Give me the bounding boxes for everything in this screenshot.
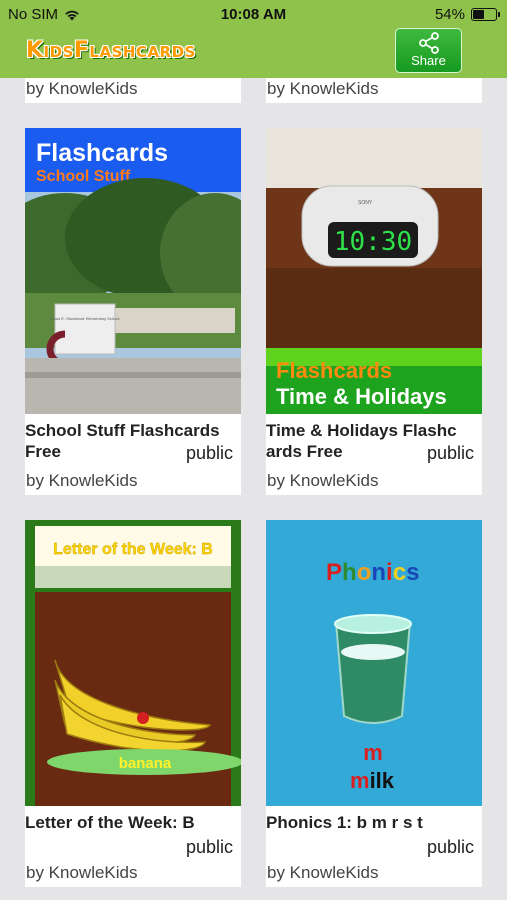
battery-icon xyxy=(471,8,500,21)
thumb-subheading: Time & Holidays xyxy=(276,384,447,409)
thumb-heading: Flashcards xyxy=(276,358,392,383)
thumb-clock-time: 10:30 xyxy=(334,227,412,257)
deck-grid: by KnowleKids by KnowleKids Flashcards S… xyxy=(0,78,507,900)
thumb-sign-text: Louis E. Stocklmeir Elementary School xyxy=(51,316,120,321)
deck-visibility: public xyxy=(426,837,474,857)
deck-author: by KnowleKids xyxy=(26,79,138,98)
deck-author: by KnowleKids xyxy=(26,863,138,882)
deck-title: Phonics 1: b m r s t xyxy=(266,812,482,833)
deck-card-top-left[interactable]: by KnowleKids xyxy=(25,78,241,103)
deck-author: by KnowleKids xyxy=(26,471,138,490)
deck-title: Letter of the Week: B xyxy=(25,812,241,833)
thumb-clock-brand: SONY xyxy=(358,200,373,206)
thumb-word: milk xyxy=(350,768,395,793)
status-bar: No SIM 10:08 AM 54% xyxy=(0,0,507,28)
deck-visibility: public xyxy=(185,837,233,857)
thumb-heading: Letter of the Week: B xyxy=(53,541,213,558)
deck-thumbnail: 10:30 SONY Flashcards Time & Holidays xyxy=(266,128,482,414)
deck-title-line: Phonics 1: b m r s t xyxy=(266,813,423,832)
deck-thumbnail: Phonics m milk xyxy=(266,520,482,806)
deck-author: by KnowleKids xyxy=(267,863,379,882)
thumb-word: banana xyxy=(119,755,172,772)
share-icon xyxy=(418,32,439,54)
deck-card-phonics[interactable]: Phonics m milk Phonics 1: b m r s t publ… xyxy=(266,520,482,887)
deck-card-time-holidays[interactable]: 10:30 SONY Flashcards Time & Holidays Ti… xyxy=(266,128,482,495)
status-right: 54% xyxy=(434,6,500,23)
share-button[interactable]: Share xyxy=(395,28,462,73)
deck-title-line: Letter of the Week: B xyxy=(25,813,195,832)
deck-card-school-stuff[interactable]: Flashcards School Stuff Louis E. Stocklm… xyxy=(25,128,241,495)
deck-card-top-right[interactable]: by KnowleKids xyxy=(266,78,482,103)
deck-title-line: School Stuff Flashcards xyxy=(25,421,220,440)
share-label: Share xyxy=(411,53,446,68)
battery-fill xyxy=(473,10,484,19)
thumb-letter: m xyxy=(363,740,383,765)
thumb-heading: Flashcards xyxy=(36,139,168,167)
deck-title-line: Time & Holidays Flashc xyxy=(266,421,457,440)
deck-author: by KnowleKids xyxy=(267,471,379,490)
deck-visibility: public xyxy=(185,443,233,463)
app-logo: KidsFlashcards xyxy=(26,38,196,63)
battery-percent: 54% xyxy=(434,6,465,23)
deck-card-letter-b[interactable]: Letter of the Week: B banana Letter of t… xyxy=(25,520,241,887)
clock: 10:08 AM xyxy=(220,6,287,23)
deck-author: by KnowleKids xyxy=(267,79,379,98)
deck-visibility: public xyxy=(426,443,474,463)
deck-thumbnail: Letter of the Week: B banana xyxy=(25,520,241,806)
thumb-heading: Phonics xyxy=(326,559,419,586)
app-header: KidsFlashcards Share xyxy=(0,28,507,78)
deck-thumbnail: Flashcards School Stuff Louis E. Stocklm… xyxy=(25,128,241,414)
